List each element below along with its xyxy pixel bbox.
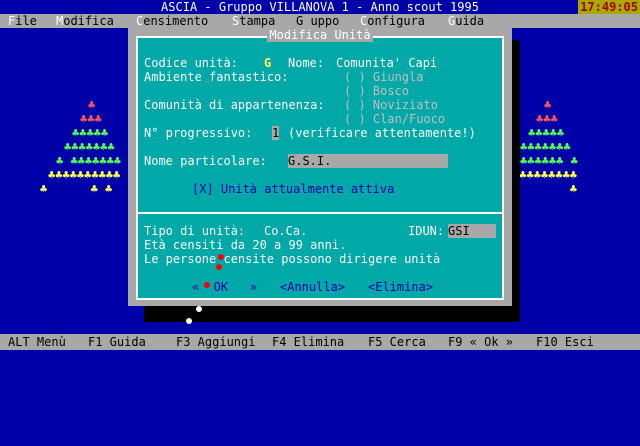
idun-label: IDUN: [408,224,445,238]
ambiente-label: Ambiente fantastico: [144,70,289,84]
radio-clan-fuoco[interactable]: ( ) Clan/Fuoco [344,112,445,126]
progressivo-field[interactable]: 1 [272,126,280,140]
app-title: ASCIA - Gruppo VILLANOVA 1 - Anno scout … [161,0,479,14]
ok-button[interactable]: « OK » [192,280,257,294]
progressivo-note: (verificare attentamente!) [288,126,476,140]
status-f5-cerca[interactable]: F5 Cerca [368,335,426,349]
status-f3-aggiungi[interactable]: F3 Aggiungi [176,335,255,349]
status-bar: ALT Menù F1 Guida F3 Aggiungi F4 Elimina… [0,334,640,350]
tipo-value: Co.Ca. [264,224,308,238]
menu-gruppo[interactable]: G uppo [296,14,339,28]
status-f9-ok[interactable]: F9 « Ok » [448,335,513,349]
dirigere-text: Le persone censite possono dirigere unit… [144,252,441,266]
elimina-button[interactable]: <Elimina> [368,280,433,294]
tipo-label: Tipo di unità: [144,224,246,238]
eta-text: Età censiti da 20 a 99 anni. [144,238,347,252]
radio-noviziato[interactable]: ( ) Noviziato [344,98,438,112]
menu-stampa[interactable]: Stampa [232,14,275,28]
nome-value: Comunita' Capi [336,56,438,70]
clock: 17:49:05 [578,0,640,14]
menu-bar: File Modifica Censimento Stampa G uppo C… [0,14,640,28]
menu-guida[interactable]: Guida [448,14,484,28]
radio-giungla[interactable]: ( ) Giungla [344,70,423,84]
annulla-button[interactable]: <Annulla> [280,280,345,294]
menu-modifica[interactable]: Modifica [56,14,114,28]
status-f4-elimina[interactable]: F4 Elimina [272,335,344,349]
progressivo-label: N° progressivo: [144,126,253,140]
status-f10-esci[interactable]: F10 Esci [536,335,594,349]
menu-censimento[interactable]: Censimento [136,14,208,28]
nome-particolare-input[interactable]: G.S.I. [288,154,448,168]
dialog-title: Modifica Unità [267,28,373,42]
radio-bosco[interactable]: ( ) Bosco [344,84,409,98]
menu-configura[interactable]: Configura [360,14,425,28]
attiva-checkbox[interactable]: [X] Unità attualmente attiva [192,182,394,196]
codice-field[interactable]: G [264,56,272,70]
dialog-separator [138,212,502,214]
menu-file[interactable]: File [8,14,37,28]
nome-label: Nome: [288,56,325,70]
codice-label: Codice unità: [144,56,238,70]
status-alt-menu[interactable]: ALT Menù [8,335,66,349]
idun-field: GSI [448,224,496,238]
comunita-label: Comunità di appartenenza: [144,98,325,112]
status-f1-guida[interactable]: F1 Guida [88,335,146,349]
nome-particolare-label: Nome particolare: [144,154,267,168]
